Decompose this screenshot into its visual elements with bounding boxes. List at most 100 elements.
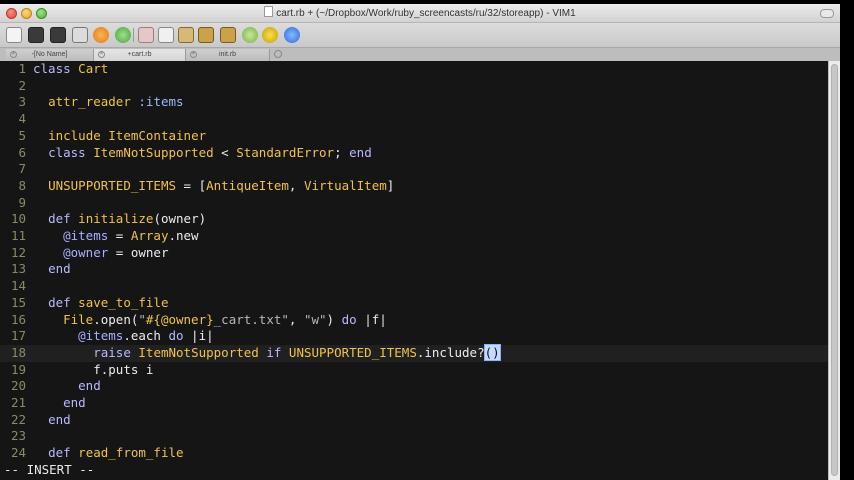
print-icon[interactable] <box>72 27 88 43</box>
code-token: StandardError <box>236 144 335 160</box>
code-token: end <box>48 261 71 277</box>
code-line: 24 def read_from_file <box>0 445 828 462</box>
window-title: cart.rb + (~/Dropbox/Work/ruby_screencas… <box>276 8 576 19</box>
code-line: 10 def initialize(owner) <box>0 211 828 228</box>
code-token: _cart.txt <box>213 311 282 327</box>
code-token: do <box>341 311 357 327</box>
code-line: 3 attr_reader :items <box>0 94 828 111</box>
window-title-wrap: cart.rb + (~/Dropbox/Work/ruby_screencas… <box>0 6 840 19</box>
line-number: 5 <box>18 127 26 143</box>
code-token: :items <box>138 94 184 110</box>
code-token: .each <box>123 328 169 344</box>
code-token: .new <box>168 228 199 243</box>
tab-init-rb[interactable]: × init.rb <box>186 49 270 61</box>
code-line: 2 <box>0 78 828 95</box>
line-number: 12 <box>10 244 26 260</box>
toolbar <box>0 23 840 48</box>
line-number: 9 <box>18 194 26 210</box>
code-token: .include? <box>416 344 485 360</box>
code-token: #{@owner} <box>145 311 214 327</box>
find-icon[interactable] <box>198 27 214 43</box>
line-number: 10 <box>10 211 26 227</box>
line-number: 3 <box>18 94 26 110</box>
code-line: 15 def save_to_file <box>0 295 828 312</box>
line-number: 16 <box>10 311 26 327</box>
run-script-icon[interactable] <box>242 27 258 43</box>
line-number: 13 <box>10 261 26 277</box>
code-token: < <box>213 144 237 160</box>
save-icon[interactable] <box>28 27 44 43</box>
code-token: VirtualItem <box>303 177 387 193</box>
code-line: 17 @items.each do |i| <box>0 328 828 345</box>
code-line: 9 <box>0 195 828 212</box>
vertical-scrollbar[interactable] <box>828 61 840 480</box>
code-token: save_to_file <box>78 294 169 310</box>
code-token: , <box>288 177 304 193</box>
screen: cart.rb + (~/Dropbox/Work/ruby_screencas… <box>0 0 854 480</box>
code-token: .open( <box>93 311 139 327</box>
text-cursor: () <box>483 343 501 361</box>
copy-icon[interactable] <box>158 27 174 43</box>
code-token: ] <box>386 177 395 193</box>
new-file-icon[interactable] <box>6 27 22 43</box>
code-line: 11 @items = Array.new <box>0 228 828 245</box>
code-token: ItemContainer <box>108 127 207 143</box>
code-token: initialize <box>78 211 154 227</box>
code-line: 16 File.open("#{@owner}_cart.txt", "w") … <box>0 312 828 329</box>
line-number: 17 <box>10 328 26 344</box>
save-all-icon[interactable] <box>50 27 66 43</box>
code-line: 12 @owner = owner <box>0 245 828 262</box>
line-number: 1 <box>18 61 26 76</box>
tab-cart-rb[interactable]: × +cart.rb <box>94 49 186 61</box>
code-token: = [ <box>176 177 207 193</box>
line-number: 6 <box>18 144 26 160</box>
line-number: 2 <box>18 77 26 93</box>
code-token: ItemNotSupported <box>93 144 214 160</box>
code-token: def <box>48 445 71 461</box>
code-line-current: 18 raise ItemNotSupported if UNSUPPORTED… <box>0 343 828 362</box>
code-token: def <box>48 211 71 227</box>
code-token: UNSUPPORTED_ITEMS <box>288 344 417 360</box>
line-number: 7 <box>18 161 26 177</box>
help-icon[interactable] <box>284 27 300 43</box>
toolbar-toggle-button[interactable] <box>820 9 834 18</box>
code-line: 1 class Cart <box>0 61 828 78</box>
code-editor[interactable]: 1 class Cart 2 3 attr_reader :items 4 5 i… <box>0 61 828 480</box>
toolbar-separator <box>133 28 134 42</box>
line-number: 19 <box>10 361 26 377</box>
tab-no-name[interactable]: × -[No Name] <box>6 49 94 61</box>
code-token: ; <box>334 144 350 160</box>
code-line: 20 end <box>0 378 828 395</box>
code-token: end <box>48 411 71 427</box>
code-line: 21 end <box>0 395 828 412</box>
code-token: do <box>168 328 184 344</box>
code-token: include <box>48 127 101 143</box>
code-token: "w" <box>303 311 327 327</box>
code-line: 13 end <box>0 261 828 278</box>
cut-icon[interactable] <box>138 27 154 43</box>
tab-bar: × -[No Name] × +cart.rb × init.rb <box>0 48 840 62</box>
code-token: = <box>108 228 131 243</box>
new-tab-icon[interactable] <box>274 50 282 58</box>
code-token: |i| <box>183 328 214 344</box>
redo-icon[interactable] <box>115 27 131 43</box>
paste-icon[interactable] <box>178 27 194 43</box>
find-replace-icon[interactable] <box>220 27 236 43</box>
scrollbar-thumb[interactable] <box>831 64 838 476</box>
code-token: attr_reader <box>48 94 131 110</box>
code-token: = <box>108 244 131 260</box>
line-number: 23 <box>10 428 26 444</box>
mode-indicator: -- INSERT -- <box>4 462 95 477</box>
code-line: 4 <box>0 111 828 128</box>
title-bar[interactable]: cart.rb + (~/Dropbox/Work/ruby_screencas… <box>0 4 840 23</box>
line-number: 11 <box>10 228 26 243</box>
code-token: ItemNotSupported <box>138 344 259 360</box>
code-line: 14 <box>0 278 828 295</box>
code-token: end <box>349 144 372 160</box>
undo-icon[interactable] <box>93 27 109 43</box>
make-icon[interactable] <box>262 27 278 43</box>
code-token: class <box>33 61 71 76</box>
code-token: f.puts i <box>93 361 154 377</box>
code-line: 22 end <box>0 412 828 429</box>
code-line: 5 include ItemContainer <box>0 128 828 145</box>
